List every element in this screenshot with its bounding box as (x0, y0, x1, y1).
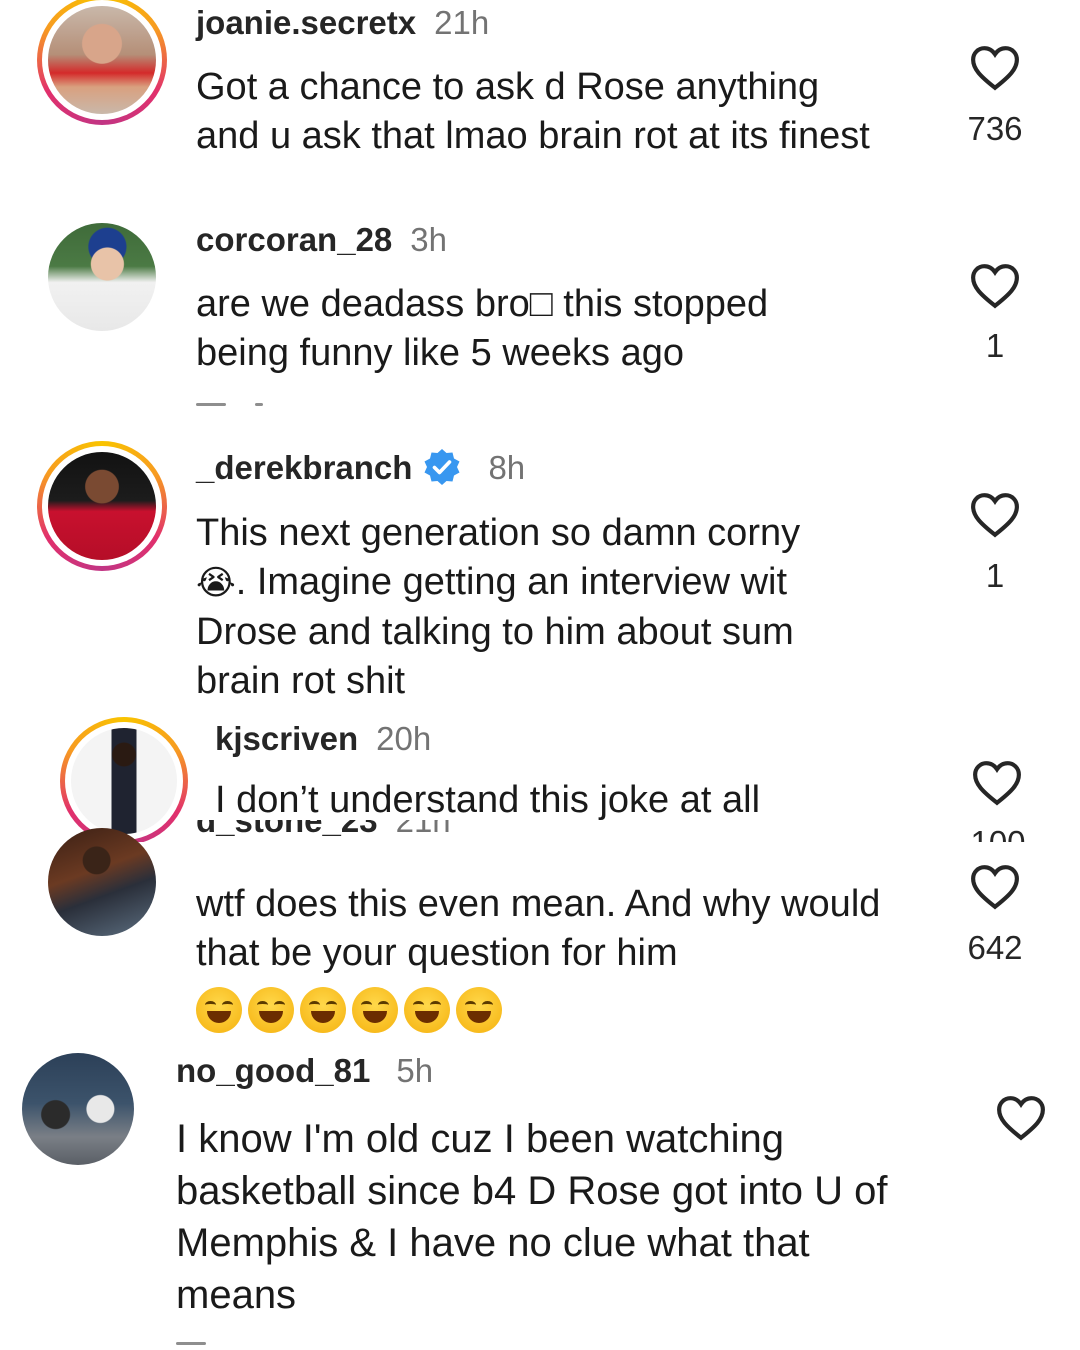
heart-icon[interactable] (970, 45, 1020, 91)
comment-timestamp: 21h (434, 4, 490, 41)
comment-username[interactable]: _derekbranch 8h (196, 449, 525, 487)
story-ring[interactable] (37, 441, 167, 571)
comment-text: Got a chance to ask d Rose anything and … (196, 66, 870, 157)
verified-badge-icon (424, 449, 460, 486)
username-text[interactable]: no_good_81 (176, 1052, 370, 1089)
username-text[interactable]: kjscriven (215, 720, 358, 757)
comment-timestamp: 5h (396, 1052, 434, 1089)
comment-text-rest: . Imagine getting an interview wit Drose… (196, 561, 794, 702)
comment-item: kjscriven 20h I don’t understand this jok… (0, 712, 1080, 842)
comment-username[interactable]: joanie.secretx 21h (196, 4, 489, 42)
story-ring[interactable] (37, 0, 167, 125)
heart-icon[interactable] (996, 1095, 1046, 1141)
username-text[interactable]: corcoran_28 (196, 221, 392, 258)
comment-username[interactable]: corcoran_28 3h (196, 221, 447, 259)
reply-divider (196, 403, 226, 406)
comment-username[interactable]: kjscriven 20h (215, 720, 431, 758)
comment-item: corcoran_28 3h are we deadass bro□ this s… (0, 215, 1080, 435)
reply-divider (255, 403, 263, 406)
heart-icon[interactable] (972, 760, 1022, 806)
tears-of-joy-emoji-icon (404, 986, 450, 1033)
like-count: 642 (967, 929, 1023, 966)
comment-text-line: This next generation so damn corny (196, 512, 801, 554)
laughing-emoji-row (196, 984, 508, 1033)
comment-timestamp: 21h (395, 820, 451, 839)
username-text[interactable]: joanie.secretx (196, 4, 416, 41)
avatar[interactable] (22, 1053, 134, 1165)
heart-icon[interactable] (970, 263, 1020, 309)
comment-text: I know I'm old cuz I been watching baske… (176, 1117, 888, 1317)
story-ring[interactable] (60, 717, 188, 842)
avatar (71, 728, 177, 834)
loudly-crying-emoji-icon: 😭 (196, 564, 236, 602)
heart-icon[interactable] (970, 864, 1020, 910)
comment-timestamp: 8h (488, 449, 526, 486)
username-text[interactable]: d_stone_23 (196, 820, 378, 839)
comment-text: I don’t understand this joke at all (215, 779, 761, 821)
comment-username[interactable]: no_good_81 5h (176, 1052, 433, 1090)
tears-of-joy-emoji-icon (456, 986, 502, 1033)
comment-timestamp: 3h (410, 221, 447, 258)
avatar[interactable] (48, 223, 156, 331)
avatar[interactable] (48, 828, 156, 936)
tears-of-joy-emoji-icon (352, 986, 398, 1033)
tears-of-joy-emoji-icon (196, 986, 242, 1033)
comment-item: joanie.secretx 21h Got a chance to ask d … (0, 0, 1080, 210)
username-text[interactable]: _derekbranch (196, 449, 412, 486)
comment-text: This next generation so damn corny 😭. Im… (196, 509, 886, 706)
tears-of-joy-emoji-icon (300, 986, 346, 1033)
tears-of-joy-emoji-icon (248, 986, 294, 1033)
comment-text-body: wtf does this even mean. And why would t… (196, 883, 881, 974)
like-count: 736 (967, 110, 1023, 147)
comment-text: wtf does this even mean. And why would t… (196, 880, 886, 1033)
comment-item: no_good_81 5h I know I'm old cuz I been w… (0, 1045, 1080, 1350)
comment-item: d_stone_23 21h wtf does this even mean. A… (0, 820, 1080, 1040)
like-count: 1 (985, 557, 1005, 594)
like-count: 1 (985, 327, 1005, 364)
avatar (48, 6, 156, 114)
avatar (48, 452, 156, 560)
comment-item: _derekbranch 8h This next generation so … (0, 440, 1080, 710)
comment-timestamp: 20h (376, 720, 432, 757)
comment-username[interactable]: d_stone_23 21h (196, 820, 451, 842)
heart-icon[interactable] (970, 492, 1020, 538)
reply-divider (176, 1342, 206, 1345)
comment-text: are we deadass bro□ this stopped being f… (196, 283, 769, 374)
